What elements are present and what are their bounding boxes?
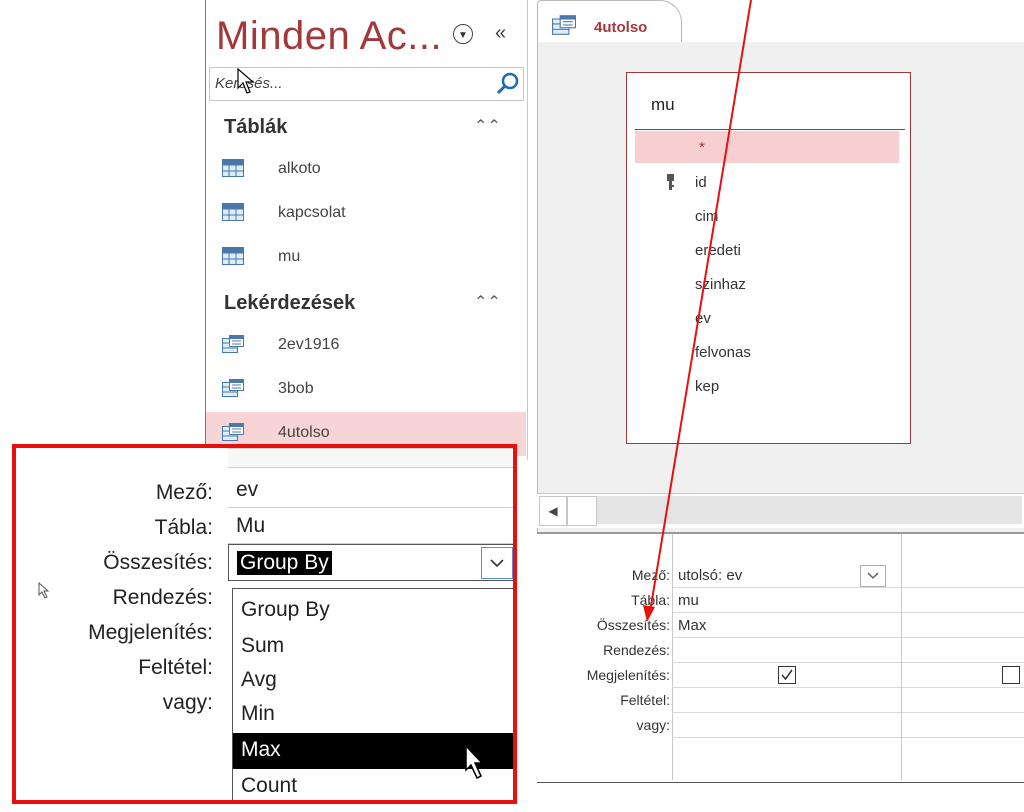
grid-sort-cell[interactable]: [673, 639, 901, 663]
mouse-cursor-icon: [465, 744, 484, 780]
scroll-track[interactable]: [597, 496, 1022, 524]
grid-total-cell[interactable]: [902, 614, 1024, 638]
grid-row-label-show: Megjelenítés:: [586, 667, 670, 683]
grid-column-1: utolsó: ev mu Max: [672, 534, 901, 780]
grid-row-label-total: Összesítés:: [596, 617, 670, 633]
chevron-down-icon[interactable]: [481, 547, 513, 579]
zoom-label-show: Megjelenítés:: [88, 621, 213, 644]
zoom-field-cell[interactable]: ev: [228, 472, 513, 508]
field-list-mu[interactable]: mu * id cim eredeti szinhaz ev felvonas …: [626, 72, 911, 444]
grid-row-label-table: Tábla:: [631, 592, 670, 608]
search-icon[interactable]: [495, 71, 521, 97]
grid-row-label-criteria: Feltétel:: [620, 692, 670, 708]
collapse-pane-icon[interactable]: «: [495, 22, 506, 45]
nav-item-3bob[interactable]: 3bob: [206, 368, 526, 412]
group-header-tables[interactable]: Táblák ⌃⌃: [206, 110, 526, 144]
zoom-label-total: Összesítés:: [103, 551, 213, 574]
nav-item-label: 4utolso: [278, 424, 330, 441]
nav-menu-dropdown-icon[interactable]: ▼: [453, 24, 473, 44]
zoom-label-table: Tábla:: [154, 516, 213, 539]
horizontal-scrollbar[interactable]: ◀: [537, 493, 1024, 528]
grid-or-cell[interactable]: [902, 714, 1024, 738]
grid-field-cell[interactable]: [902, 564, 1024, 588]
field-item[interactable]: *: [635, 131, 899, 163]
collapse-group-icon[interactable]: ⌃⌃: [474, 292, 501, 312]
zoom-label-or: vagy:: [162, 691, 213, 714]
scroll-thumb[interactable]: [567, 496, 597, 526]
divider: [635, 129, 905, 130]
grid-column-2: [901, 534, 1024, 780]
group-label: Táblák: [224, 116, 288, 138]
dropdown-option[interactable]: Avg: [233, 663, 513, 699]
tab-4utolso[interactable]: 4utolso: [537, 0, 682, 43]
mouse-cursor-icon: [38, 582, 50, 599]
grid-row-label-sort: Rendezés:: [603, 642, 670, 658]
zoom-label-field: Mező:: [155, 481, 213, 504]
nav-pane-title[interactable]: Minden Ac...: [216, 14, 442, 59]
nav-item-label: 3bob: [278, 380, 314, 397]
scroll-left-icon[interactable]: ◀: [539, 496, 567, 526]
grid-table-cell[interactable]: [902, 589, 1024, 613]
tab-label: 4utolso: [594, 19, 648, 36]
nav-item-mu[interactable]: mu: [206, 236, 526, 280]
dropdown-option[interactable]: Group By: [233, 593, 513, 629]
grid-sort-cell[interactable]: [902, 639, 1024, 663]
table-icon: [222, 159, 244, 177]
query-design-grid: Mező: Tábla: Összesítés: Rendezés: Megje…: [537, 532, 1024, 783]
mouse-cursor-icon: [237, 68, 255, 94]
collapse-group-icon[interactable]: ⌃⌃: [474, 116, 501, 136]
grid-table-cell[interactable]: mu: [673, 589, 901, 613]
nav-item-kapcsolat[interactable]: kapcsolat: [206, 192, 526, 236]
nav-item-label: mu: [278, 248, 301, 265]
nav-item-label: 2ev1916: [278, 336, 340, 353]
field-item[interactable]: cim: [635, 201, 899, 233]
field-item[interactable]: szinhaz: [635, 269, 899, 301]
grid-criteria-cell[interactable]: [673, 689, 901, 713]
field-item[interactable]: eredeti: [635, 235, 899, 267]
grid-show-cell: [673, 664, 901, 688]
grid-total-cell[interactable]: Max: [673, 614, 901, 638]
dropdown-option[interactable]: Sum: [233, 629, 513, 665]
primary-key-icon: [667, 174, 674, 190]
field-list-title: mu: [651, 95, 675, 114]
field-item[interactable]: id: [635, 167, 899, 199]
zoom-label-criteria: Feltétel:: [138, 656, 213, 679]
table-icon: [222, 203, 244, 221]
show-checkbox[interactable]: [1002, 666, 1020, 684]
group-label: Lekérdezések: [224, 292, 356, 314]
grid-show-cell: [902, 664, 1024, 688]
nav-item-label: kapcsolat: [278, 204, 346, 221]
show-checkbox[interactable]: [778, 666, 796, 684]
grid-criteria-cell[interactable]: [902, 689, 1024, 713]
zoom-label-sort: Rendezés:: [112, 586, 213, 609]
column-header[interactable]: [228, 448, 513, 468]
field-item[interactable]: ev: [635, 303, 899, 335]
field-item[interactable]: kep: [635, 371, 899, 403]
query-icon: [222, 423, 244, 441]
group-header-queries[interactable]: Lekérdezések ⌃⌃: [206, 286, 526, 320]
query-icon: [222, 379, 244, 397]
zoom-callout-panel: Mező: Tábla: Összesítés: Rendezés: Megje…: [12, 444, 517, 804]
nav-item-alkoto[interactable]: alkoto: [206, 148, 526, 192]
chevron-down-icon[interactable]: [860, 565, 886, 587]
table-icon: [222, 247, 244, 265]
grid-field-cell[interactable]: utolsó: ev: [673, 564, 901, 588]
nav-item-2ev1916[interactable]: 2ev1916: [206, 324, 526, 368]
nav-item-label: alkoto: [278, 160, 321, 177]
grid-row-label-or: vagy:: [636, 717, 670, 733]
dropdown-option[interactable]: Min: [233, 697, 513, 733]
zoom-table-cell[interactable]: Mu: [228, 508, 513, 544]
query-icon: [222, 335, 244, 353]
field-item[interactable]: felvonas: [635, 337, 899, 369]
grid-or-cell[interactable]: [673, 714, 901, 738]
total-dropdown-list: Group By Sum Avg Min Max Count: [232, 588, 513, 800]
zoom-total-cell[interactable]: Group By: [228, 544, 513, 581]
grid-row-label-field: Mező:: [631, 567, 670, 583]
query-icon: [552, 15, 576, 35]
